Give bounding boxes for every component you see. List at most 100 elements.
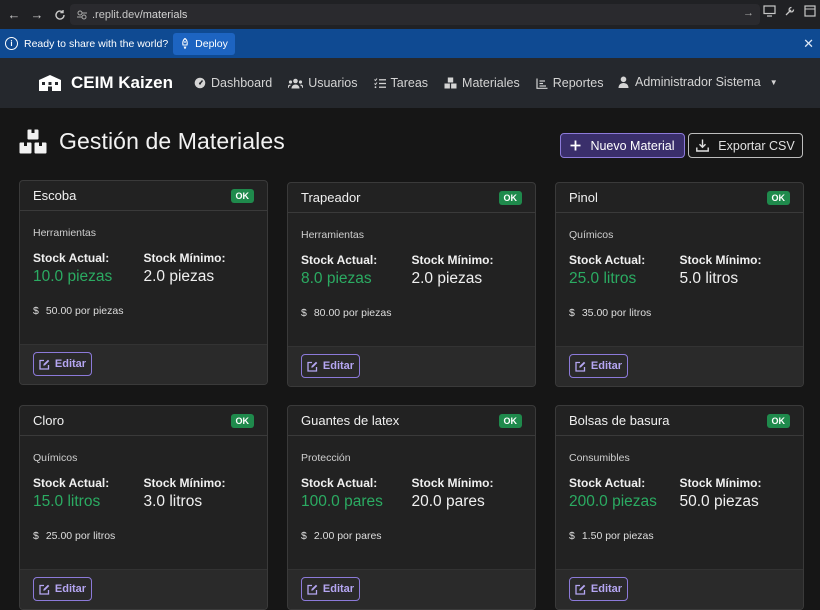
stock-minimo-label: Stock Mínimo:	[679, 253, 762, 267]
banner-text: Ready to share with the world?	[24, 37, 169, 50]
reload-icon[interactable]	[51, 6, 69, 24]
material-price: $2.00 por pares	[301, 530, 522, 542]
nav-item-dashboard[interactable]: Dashboard	[194, 76, 272, 90]
nav-label-materiales: Materiales	[462, 76, 520, 90]
material-category: Químicos	[569, 229, 614, 241]
card-body: Consumibles Stock Actual: 200.0 piezas S…	[556, 436, 803, 572]
edit-button[interactable]: Editar	[569, 577, 628, 601]
stock-minimo-label: Stock Mínimo:	[411, 476, 494, 490]
dollar-icon: $	[301, 530, 307, 542]
card-footer: Editar	[556, 569, 803, 609]
edit-label: Editar	[590, 360, 623, 372]
deploy-label: Deploy	[195, 37, 228, 50]
edit-button[interactable]: Editar	[301, 354, 360, 378]
chevron-down-icon: ▼	[769, 77, 778, 87]
material-price: $1.50 por piezas	[569, 530, 790, 542]
user-icon	[618, 76, 629, 88]
material-card: Bolsas de basura OK Consumibles Stock Ac…	[555, 405, 804, 610]
brand-name: CEIM Kaizen	[71, 73, 174, 92]
price-text: 1.50 por piezas	[581, 530, 654, 542]
new-material-button[interactable]: Nuevo Material	[560, 133, 685, 158]
card-footer: Editar	[20, 344, 267, 384]
edit-icon	[39, 359, 50, 370]
card-body: Protección Stock Actual: 100.0 pares Sto…	[288, 436, 535, 572]
stock-minimo-value: 20.0 pares	[411, 493, 485, 510]
material-card: Cloro OK Químicos Stock Actual: 15.0 lit…	[19, 405, 268, 610]
stock-actual-value: 100.0 pares	[301, 493, 383, 510]
card-footer: Editar	[556, 346, 803, 386]
user-menu[interactable]: Administrador Sistema ▼	[618, 75, 778, 89]
card-header: Escoba OK	[20, 181, 267, 211]
edit-label: Editar	[322, 583, 355, 595]
edit-icon	[39, 584, 50, 595]
close-icon[interactable]: ✕	[803, 36, 814, 52]
edit-icon	[575, 361, 586, 372]
edit-button[interactable]: Editar	[33, 577, 92, 601]
stock-actual-label: Stock Actual:	[301, 253, 378, 267]
stock-actual-value: 10.0 piezas	[33, 268, 113, 285]
stock-actual-label: Stock Actual:	[301, 476, 378, 490]
edit-button[interactable]: Editar	[569, 354, 628, 378]
nav-item-materiales[interactable]: Materiales	[444, 76, 520, 90]
card-body: Herramientas Stock Actual: 8.0 piezas St…	[288, 213, 535, 349]
status-badge: OK	[498, 413, 522, 428]
edit-label: Editar	[54, 583, 87, 595]
price-text: 2.00 por pares	[313, 530, 382, 542]
nav-item-usuarios[interactable]: Usuarios	[288, 76, 358, 90]
nav-label-usuarios: Usuarios	[308, 76, 358, 90]
material-name: Guantes de latex	[301, 413, 400, 428]
building-icon	[39, 75, 61, 91]
status-badge: OK	[766, 190, 790, 205]
card-header: Trapeador OK	[288, 183, 535, 213]
chart-icon	[536, 78, 548, 89]
export-csv-button[interactable]: Exportar CSV	[688, 133, 803, 158]
stock-minimo-label: Stock Mínimo:	[679, 476, 762, 490]
status-badge: OK	[230, 188, 254, 203]
card-body: Químicos Stock Actual: 15.0 litros Stock…	[20, 436, 267, 572]
forward-icon[interactable]: →	[28, 6, 46, 24]
deploy-button[interactable]: Deploy	[173, 32, 235, 55]
open-arrow-icon[interactable]: →	[743, 7, 754, 19]
nav-label-tareas: Tareas	[390, 76, 429, 90]
monitor-icon[interactable]	[763, 5, 776, 20]
edit-button[interactable]: Editar	[33, 352, 92, 376]
material-name: Bolsas de basura	[569, 413, 670, 428]
stock-actual-value: 25.0 litros	[569, 270, 637, 287]
price-text: 50.00 por piezas	[45, 305, 124, 317]
material-name: Escoba	[33, 188, 77, 203]
window-icon[interactable]	[804, 5, 816, 20]
url-path: /materials	[139, 8, 188, 21]
brand[interactable]: CEIM Kaizen	[38, 73, 173, 93]
nav-item-tareas[interactable]: Tareas	[373, 76, 429, 90]
back-icon[interactable]: ←	[5, 6, 23, 24]
card-footer: Editar	[20, 569, 267, 609]
edit-icon	[307, 584, 318, 595]
download-icon	[696, 139, 710, 152]
address-bar[interactable]: .replit.dev/materials →	[70, 4, 760, 25]
stock-actual-label: Stock Actual:	[569, 253, 646, 267]
material-name: Pinol	[569, 190, 598, 205]
edit-button[interactable]: Editar	[301, 577, 360, 601]
material-category: Protección	[301, 452, 351, 464]
stock-minimo-value: 50.0 piezas	[679, 493, 759, 510]
material-category: Consumibles	[569, 452, 630, 464]
nav-item-reportes[interactable]: Reportes	[536, 76, 604, 90]
dollar-icon: $	[569, 307, 575, 319]
dollar-icon: $	[33, 530, 39, 542]
export-csv-label: Exportar CSV	[718, 138, 795, 153]
plus-icon	[570, 140, 581, 151]
stock-minimo-label: Stock Mínimo:	[143, 476, 226, 490]
nav-label-reportes: Reportes	[552, 76, 604, 90]
dollar-icon: $	[569, 530, 575, 542]
wrench-icon[interactable]	[784, 5, 796, 20]
boxes-icon	[444, 77, 457, 89]
stock-minimo-value: 2.0 piezas	[143, 268, 215, 285]
material-price: $80.00 por piezas	[301, 307, 522, 319]
dollar-icon: $	[33, 305, 39, 317]
dollar-icon: $	[301, 307, 307, 319]
edit-label: Editar	[590, 583, 623, 595]
card-header: Pinol OK	[556, 183, 803, 213]
price-text: 80.00 por piezas	[313, 307, 392, 319]
status-badge: OK	[498, 190, 522, 205]
site-info-icon	[77, 10, 87, 19]
